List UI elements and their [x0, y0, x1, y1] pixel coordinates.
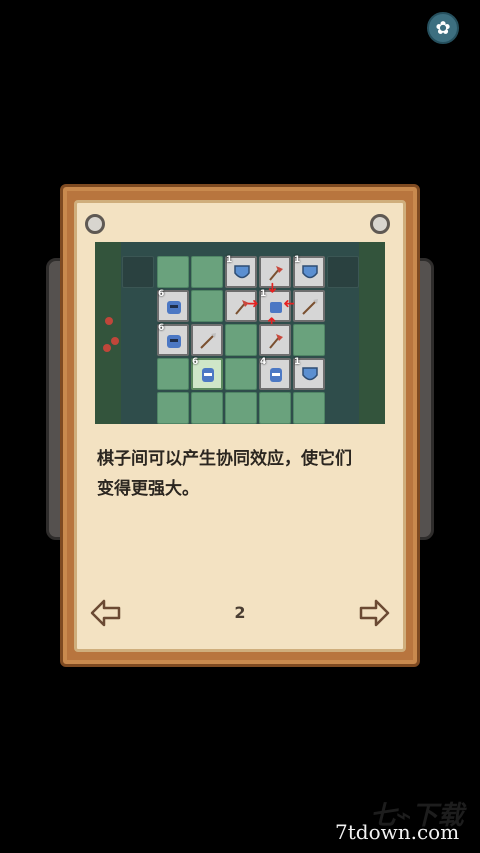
board-cell: [191, 392, 223, 424]
shield-piece: 1: [225, 255, 257, 288]
grass-edge-left: [95, 242, 121, 424]
knight-icon: [167, 301, 181, 314]
board-cell: [293, 392, 325, 424]
description-line: 变得更强大。: [97, 479, 199, 499]
board-cell: [225, 358, 257, 390]
board-cell: [157, 392, 189, 424]
flower-icon: [103, 344, 111, 352]
spear-icon: [200, 333, 216, 349]
synergy-arrow-icon: ➜: [283, 296, 295, 312]
board-cell: [122, 256, 154, 288]
flower-icon: [105, 317, 113, 325]
board-cell: [293, 324, 325, 356]
knight-icon: [202, 368, 214, 382]
board-cell: [191, 256, 223, 288]
spear-piece: [191, 324, 223, 356]
spear-piece: [293, 290, 325, 322]
next-page-button[interactable]: [358, 598, 390, 628]
gear-icon: ✿: [435, 17, 451, 39]
board-cell: [327, 256, 359, 288]
tutorial-description: 棋子间可以产生协同效应，使它们 变得更强大。: [97, 444, 387, 504]
board-cell: [157, 256, 189, 288]
shield-icon: [234, 265, 250, 279]
spear-icon: [302, 299, 318, 315]
axe-piece: [259, 324, 291, 356]
board-cell: [191, 290, 223, 322]
board-cell: [157, 358, 189, 390]
board-illustration: 1 1 6 1 ➜ ➜ ➜ ➜ 6 6 4 1: [95, 242, 385, 424]
flower-icon: [111, 337, 119, 345]
grass-edge-right: [359, 242, 385, 424]
watermark-text: 7tdown.com: [335, 820, 460, 844]
board-cell: [259, 392, 291, 424]
prev-page-button[interactable]: [90, 598, 122, 628]
settings-button[interactable]: ✿: [427, 12, 459, 44]
shield-piece: 1: [293, 357, 325, 390]
pin-left-icon: [85, 214, 105, 234]
shield-icon: [302, 265, 318, 279]
board-cell: [225, 324, 257, 356]
pin-right-icon: [370, 214, 390, 234]
synergy-arrow-icon: ➜: [263, 282, 280, 294]
board-cell: [225, 392, 257, 424]
page-number: 2: [234, 603, 246, 622]
synergy-arrow-icon: ➜: [247, 296, 259, 312]
axe-icon: [269, 334, 283, 349]
blue-knight-piece: 6: [157, 323, 189, 356]
axe-icon: [269, 266, 283, 281]
shield-icon: [302, 367, 318, 381]
knight-piece: 6: [191, 357, 223, 390]
description-line: 棋子间可以产生协同效应，使它们: [97, 449, 352, 469]
knight-piece: 4: [259, 357, 291, 390]
knight-icon: [270, 368, 282, 382]
blue-knight-piece: 6: [157, 289, 189, 322]
knight-icon: [167, 335, 181, 348]
shield-piece: 1: [293, 255, 325, 288]
